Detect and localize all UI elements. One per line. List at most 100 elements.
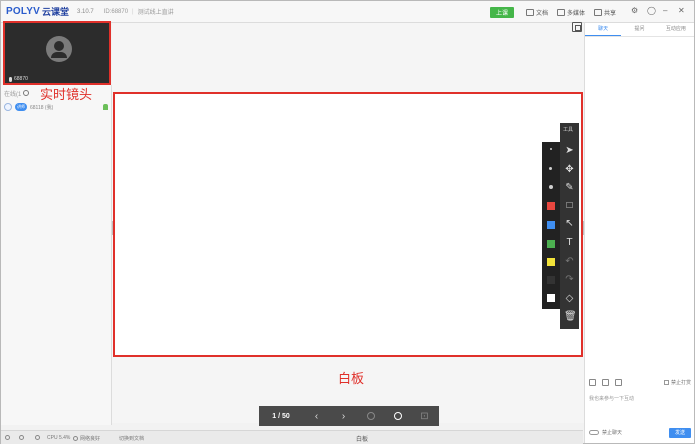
chat-footer: 禁止聊天 发送 <box>589 427 691 438</box>
text-icon[interactable]: T <box>564 237 575 248</box>
zoom-in-icon <box>393 412 402 420</box>
camera-annotation: 实时镜头 <box>40 87 93 102</box>
pen-icon[interactable]: ✎ <box>564 182 575 193</box>
microphone-icon <box>9 76 12 82</box>
color-palette <box>542 142 560 309</box>
user-status-icon <box>103 104 108 110</box>
member-search[interactable]: 在线(1 <box>4 88 36 98</box>
prev-page-button[interactable]: ‹ <box>303 411 330 422</box>
share-label: 共享 <box>604 11 617 17</box>
settings-icon[interactable]: ⚙ <box>631 6 638 15</box>
zoom-in-button[interactable] <box>384 412 411 420</box>
checkbox-icon <box>663 379 669 385</box>
camera-status[interactable] <box>35 435 40 440</box>
size-large-dot[interactable] <box>549 185 553 189</box>
multimedia-button[interactable]: 多媒体 <box>557 7 585 18</box>
camera-user-id-text: 68870 <box>14 76 28 82</box>
font-icon[interactable] <box>615 378 622 386</box>
title-bar: POLYV 云课堂 3.10.7 ID:68870 | 测试线上直讲 上课 文档… <box>1 1 694 23</box>
title-separator: | <box>132 8 134 15</box>
media-icon <box>557 9 565 16</box>
tab-chat[interactable]: 聊天 <box>585 23 622 36</box>
tab-interactive-apps[interactable]: 互动应用 <box>658 23 694 36</box>
channel-id: ID:68870 <box>103 8 129 15</box>
app-logo: POLYV <box>6 6 40 17</box>
chat-input[interactable]: 我也来参与一下互动 <box>589 395 691 402</box>
profile-icon[interactable]: ◯ <box>647 6 656 15</box>
camera-user-id: 68870 <box>9 76 28 82</box>
status-bar: CPU 5.4% 网络良好 切换到文档 白板 <box>1 430 583 444</box>
cpu-usage: CPU 5.4% <box>47 435 70 441</box>
trash-icon[interactable]: 🗑 <box>564 311 577 322</box>
color-swatch-red[interactable] <box>547 202 555 210</box>
emoji-icon[interactable] <box>589 378 596 386</box>
eraser-icon[interactable]: ◇ <box>564 293 575 304</box>
size-small-dot[interactable] <box>550 148 552 150</box>
page-navigator: 1 / 50 ‹ › ⊡ <box>259 406 439 426</box>
network-status-text: 网络良好 <box>80 436 101 442</box>
color-swatch-blue[interactable] <box>547 221 555 229</box>
search-icon[interactable] <box>23 90 30 96</box>
color-swatch-black[interactable] <box>547 276 555 284</box>
documents-label: 文档 <box>536 11 549 17</box>
fullscreen-icon[interactable] <box>572 22 582 32</box>
start-class-button[interactable]: 上课 <box>490 7 514 18</box>
app-logo-cn: 云课堂 <box>41 7 69 17</box>
switch-to-document[interactable]: 切换到文档 <box>119 435 144 442</box>
network-icon <box>73 436 78 441</box>
member-list-item[interactable]: 讲师 68118 (我) <box>4 102 108 112</box>
folder-icon <box>526 9 534 16</box>
tool-palette: 工具 ➤ ✥ ✎ □ ↖ T ↶ ↷ ◇ 🗑 <box>560 123 579 329</box>
live-camera-view[interactable]: 68870 <box>3 21 111 85</box>
mute-chat-toggle[interactable] <box>589 430 599 435</box>
whiteboard-canvas[interactable] <box>113 92 583 357</box>
network-status: 网络良好 <box>73 435 100 442</box>
documents-button[interactable]: 文档 <box>526 7 548 18</box>
role-badge: 讲师 <box>15 103 27 111</box>
next-page-button[interactable]: › <box>330 411 357 422</box>
mic-status-icon <box>5 435 10 440</box>
zoom-out-button[interactable] <box>357 412 384 420</box>
share-button[interactable]: 共享 <box>594 7 616 18</box>
mute-chat-label: 禁止聊天 <box>602 430 623 436</box>
camera-status-icon <box>35 435 40 440</box>
multimedia-label: 多媒体 <box>567 11 586 17</box>
speaker-status[interactable] <box>19 435 24 440</box>
mode-label: 白板 <box>356 437 369 443</box>
mic-status[interactable] <box>5 435 10 440</box>
move-icon[interactable]: ✥ <box>564 164 575 175</box>
minimize-icon[interactable]: – <box>663 6 667 15</box>
chat-panel: 聊天 提问 互动应用 禁止打赏 我也来参与一下互动 禁止聊天 发送 <box>584 23 694 443</box>
image-icon[interactable] <box>602 378 609 386</box>
zoom-out-icon <box>366 412 375 420</box>
chat-toolbar: 禁止打赏 <box>589 376 691 388</box>
member-list-panel: 在线(1 讲师 68118 (我) <box>1 85 112 425</box>
undo-icon[interactable]: ↶ <box>564 256 575 267</box>
whiteboard-annotation: 白板 <box>338 371 365 386</box>
select-pointer-icon[interactable]: ➤ <box>564 145 575 156</box>
app-version: 3.10.7 <box>77 8 94 15</box>
color-swatch-yellow[interactable] <box>547 258 555 266</box>
app-window: POLYV 云课堂 3.10.7 ID:68870 | 测试线上直讲 上课 文档… <box>0 0 695 444</box>
arrow-icon[interactable]: ↖ <box>564 218 575 229</box>
size-medium-dot[interactable] <box>549 167 552 170</box>
color-swatch-green[interactable] <box>547 240 555 248</box>
rectangle-icon[interactable]: □ <box>564 200 575 211</box>
speaker-icon <box>19 435 24 440</box>
send-button[interactable]: 发送 <box>669 427 691 438</box>
user-avatar <box>4 103 12 111</box>
ban-reward-label: 禁止打赏 <box>670 379 691 386</box>
redo-icon[interactable]: ↷ <box>564 274 575 285</box>
ban-reward-checkbox[interactable]: 禁止打赏 <box>663 379 691 386</box>
color-swatch-white[interactable] <box>547 294 555 302</box>
chat-tabs: 聊天 提问 互动应用 <box>585 23 694 37</box>
close-icon[interactable]: ✕ <box>678 6 685 15</box>
cpu-usage-text: CPU 5.4% <box>47 435 71 441</box>
screen-share-icon <box>594 9 602 16</box>
fit-page-button[interactable]: ⊡ <box>411 411 438 422</box>
camera-avatar-icon <box>46 36 72 62</box>
tool-palette-title: 工具 <box>563 127 574 133</box>
member-search-label: 在线(1 <box>4 91 22 98</box>
course-name: 测试线上直讲 <box>137 10 174 16</box>
tab-questions[interactable]: 提问 <box>621 23 657 36</box>
